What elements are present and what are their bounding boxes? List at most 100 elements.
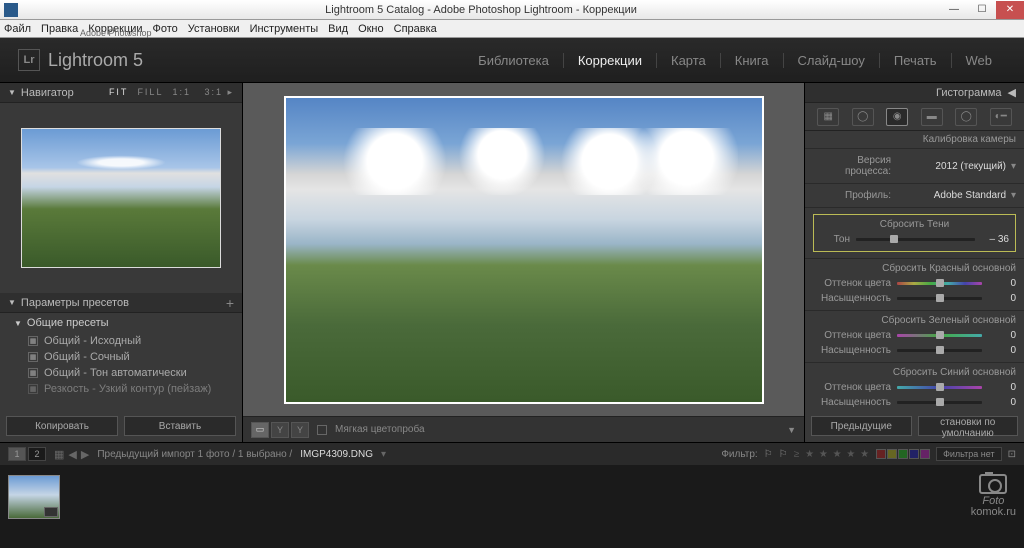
module-web[interactable]: Web xyxy=(952,53,1007,68)
module-slideshow[interactable]: Слайд-шоу xyxy=(784,53,880,68)
blue-sat-slider[interactable] xyxy=(897,401,982,404)
blue-sat-value[interactable]: 0 xyxy=(988,397,1016,408)
module-book[interactable]: Книга xyxy=(721,53,784,68)
green-primary-section: Сбросить Зеленый основной Оттенок цвета … xyxy=(805,311,1024,363)
next-icon[interactable]: ▶ xyxy=(81,448,89,461)
reset-blue-label[interactable]: Сбросить Синий основной xyxy=(813,367,1016,380)
close-button[interactable]: ✕ xyxy=(996,1,1024,19)
blue-primary-section: Сбросить Синий основной Оттенок цвета 0 … xyxy=(805,363,1024,410)
crop-tool-icon[interactable]: ▦ xyxy=(817,108,839,126)
filter-lock-icon[interactable]: ⊡ xyxy=(1008,449,1016,460)
spot-tool-icon[interactable]: ◯ xyxy=(852,108,874,126)
before-after-y-button[interactable]: Y xyxy=(271,422,289,438)
preset-category[interactable]: ▼Общие пресеты xyxy=(0,313,242,333)
red-sat-value[interactable]: 0 xyxy=(988,293,1016,304)
menu-photo[interactable]: Фото xyxy=(153,23,178,35)
color-purple[interactable] xyxy=(920,449,930,459)
zoom-options[interactable]: FIT FILL 1:1 3:1 ▸ xyxy=(109,87,234,98)
green-hue-label: Оттенок цвета xyxy=(813,330,891,341)
copy-button[interactable]: Копировать xyxy=(6,416,118,436)
toolbar-menu-icon[interactable]: ▼ xyxy=(787,425,796,435)
window-titlebar: Lightroom 5 Catalog - Adobe Photoshop Li… xyxy=(0,0,1024,20)
module-map[interactable]: Карта xyxy=(657,53,721,68)
left-footer: Копировать Вставить xyxy=(0,410,242,442)
color-blue[interactable] xyxy=(909,449,919,459)
menu-settings[interactable]: Установки xyxy=(188,23,240,35)
photo-canvas[interactable] xyxy=(243,83,804,416)
monitor-2-button[interactable]: 2 xyxy=(28,447,46,461)
menu-window[interactable]: Окно xyxy=(358,23,384,35)
maximize-button[interactable]: ☐ xyxy=(968,1,996,19)
filter-off-button[interactable]: Фильтра нет xyxy=(936,447,1002,461)
presets-title: Параметры пресетов xyxy=(21,297,129,309)
reset-green-label[interactable]: Сбросить Зеленый основной xyxy=(813,315,1016,328)
softproof-checkbox[interactable] xyxy=(317,425,327,435)
red-hue-slider[interactable] xyxy=(897,282,982,285)
paste-button[interactable]: Вставить xyxy=(124,416,236,436)
menu-edit[interactable]: Правка xyxy=(41,23,78,35)
before-after-yy-button[interactable]: Y xyxy=(291,422,309,438)
loupe-view-button[interactable]: ▭ xyxy=(251,422,269,438)
star-filter[interactable]: ★ ★ ★ ★ ★ xyxy=(805,449,870,460)
green-hue-value[interactable]: 0 xyxy=(988,330,1016,341)
color-yellow[interactable] xyxy=(887,449,897,459)
tone-value[interactable]: – 36 xyxy=(981,234,1009,245)
presets-header[interactable]: ▼ Параметры пресетов + xyxy=(0,293,242,313)
center-panel: ▭ Y Y Мягкая цветопроба ▼ xyxy=(243,83,804,442)
menu-view[interactable]: Вид xyxy=(328,23,348,35)
camera-icon xyxy=(979,474,1007,494)
navigator-preview[interactable] xyxy=(0,103,242,293)
tone-slider[interactable] xyxy=(856,238,975,241)
histogram-title: Гистограмма xyxy=(936,87,1002,99)
dropdown-icon[interactable]: ▾ xyxy=(381,449,386,460)
brand-name: Lightroom 5 xyxy=(48,50,143,71)
reset-defaults-button[interactable]: становки по умолчанию xyxy=(918,416,1019,436)
flag-filter-icon[interactable]: ⚐ xyxy=(764,449,773,460)
green-hue-slider[interactable] xyxy=(897,334,982,337)
minimize-button[interactable]: — xyxy=(940,1,968,19)
calibration-header[interactable]: Калибровка камеры xyxy=(805,131,1024,149)
monitor-1-button[interactable]: 1 xyxy=(8,447,26,461)
navigator-header[interactable]: ▼ Навигатор FIT FILL 1:1 3:1 ▸ xyxy=(0,83,242,103)
reset-shadows-label[interactable]: Сбросить Тени xyxy=(820,219,1009,232)
menu-file[interactable]: Файл xyxy=(4,23,31,35)
blue-hue-slider[interactable] xyxy=(897,386,982,389)
filmstrip-nav: ▦ ◀ ▶ xyxy=(54,448,89,461)
filmstrip-thumbs[interactable] xyxy=(0,465,1024,528)
add-preset-icon[interactable]: + xyxy=(226,295,234,311)
previous-button[interactable]: Предыдущие xyxy=(811,416,912,436)
gradient-tool-icon[interactable]: ▬ xyxy=(921,108,943,126)
module-print[interactable]: Печать xyxy=(880,53,952,68)
green-sat-value[interactable]: 0 xyxy=(988,345,1016,356)
color-green[interactable] xyxy=(898,449,908,459)
brush-tool-icon[interactable]: ◐━ xyxy=(990,108,1012,126)
preset-item[interactable]: ▦Общий - Исходный xyxy=(0,333,242,349)
preset-item[interactable]: ▦Резкость - Узкий контур (пейзаж) xyxy=(0,381,242,397)
red-sat-slider[interactable] xyxy=(897,297,982,300)
prev-icon[interactable]: ◀ xyxy=(68,448,76,461)
menu-tools[interactable]: Инструменты xyxy=(250,23,319,35)
radial-tool-icon[interactable]: ◯ xyxy=(955,108,977,126)
process-section: Версия процесса: 2012 (текущий) xyxy=(805,149,1024,184)
preset-item[interactable]: ▦Общий - Сочный xyxy=(0,349,242,365)
grid-icon[interactable]: ▦ xyxy=(54,448,64,461)
logo-icon: Lr xyxy=(18,49,40,71)
histogram-header[interactable]: Гистограмма ◀ xyxy=(805,83,1024,103)
preset-item[interactable]: ▦Общий - Тон автоматически xyxy=(0,365,242,381)
triangle-icon: ▼ xyxy=(8,88,16,97)
filmstrip-thumbnail[interactable] xyxy=(8,475,60,519)
process-dropdown[interactable]: 2012 (текущий) xyxy=(897,161,1016,172)
profile-dropdown[interactable]: Adobe Standard xyxy=(897,190,1016,201)
module-library[interactable]: Библиотека xyxy=(464,53,564,68)
redeye-tool-icon[interactable]: ◉ xyxy=(886,108,908,126)
red-hue-value[interactable]: 0 xyxy=(988,278,1016,289)
app-icon xyxy=(4,3,18,17)
filter-label: Фильтр: xyxy=(721,449,757,460)
module-develop[interactable]: Коррекции xyxy=(564,53,657,68)
color-red[interactable] xyxy=(876,449,886,459)
menu-help[interactable]: Справка xyxy=(394,23,437,35)
blue-hue-value[interactable]: 0 xyxy=(988,382,1016,393)
flag-filter-icon[interactable]: ⚐ xyxy=(779,449,788,460)
reset-red-label[interactable]: Сбросить Красный основной xyxy=(813,263,1016,276)
green-sat-slider[interactable] xyxy=(897,349,982,352)
